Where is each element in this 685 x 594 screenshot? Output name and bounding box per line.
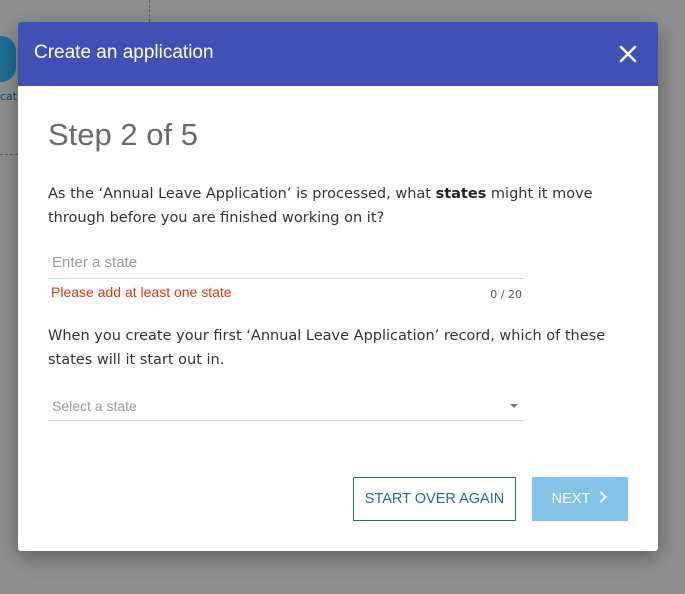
states-question: As the ‘Annual Leave Application’ is pro… xyxy=(48,182,628,230)
start-over-button[interactable]: START OVER AGAIN xyxy=(353,477,516,521)
next-button[interactable]: NEXT xyxy=(532,477,628,521)
state-input[interactable] xyxy=(48,247,524,279)
initial-state-select[interactable]: Select a state xyxy=(48,392,524,421)
chevron-down-icon xyxy=(510,404,518,408)
states-question-bold: states xyxy=(435,186,487,202)
state-input-error: Please add at least one state xyxy=(51,284,232,300)
states-question-prefix: As the ‘Annual Leave Application’ is pro… xyxy=(48,186,436,202)
create-application-dialog: Create an application Step 2 of 5 As the… xyxy=(18,22,658,551)
dialog-header: Create an application xyxy=(18,22,658,86)
state-input-counter: 0 / 20 xyxy=(490,288,522,301)
step-indicator: Step 2 of 5 xyxy=(48,117,198,152)
dialog-title: Create an application xyxy=(34,42,214,63)
close-button[interactable] xyxy=(616,42,640,66)
background-step-node xyxy=(0,36,16,82)
initial-state-select-placeholder: Select a state xyxy=(52,398,137,414)
next-button-label: NEXT xyxy=(551,491,591,507)
chevron-right-icon xyxy=(598,491,608,507)
close-icon xyxy=(619,45,637,63)
start-over-button-label: START OVER AGAIN xyxy=(364,491,505,507)
background-connector-horizontal xyxy=(0,154,18,155)
background-connector-vertical xyxy=(149,0,150,22)
initial-state-question: When you create your first ‘Annual Leave… xyxy=(48,328,606,368)
